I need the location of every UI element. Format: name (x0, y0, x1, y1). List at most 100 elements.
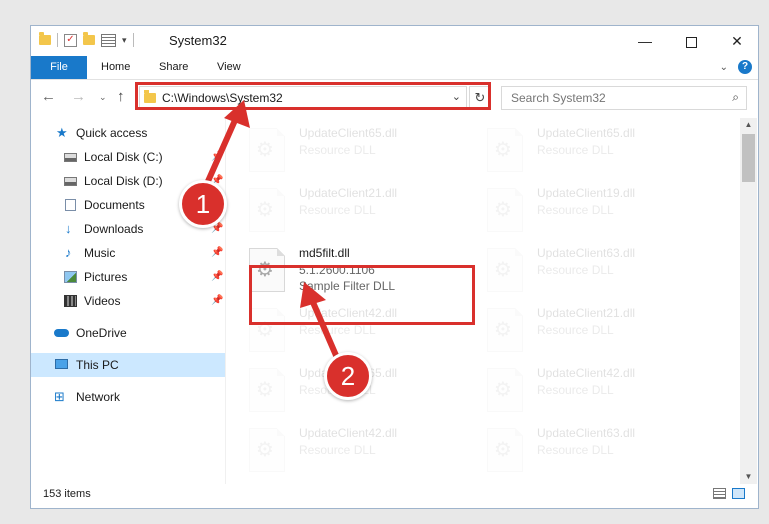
forward-button[interactable]: → (71, 88, 86, 105)
dll-file-icon (487, 188, 523, 232)
address-path: C:\Windows\System32 (162, 91, 283, 105)
customize-toolbar-dropdown[interactable]: ▾ (122, 35, 127, 46)
file-name: UpdateClient42.dll (299, 426, 398, 440)
scroll-down-arrow-icon[interactable]: ▼ (740, 470, 757, 484)
file-tile[interactable]: UpdateClient65.dll Resource DLL (465, 118, 693, 174)
details-view-icon[interactable] (713, 488, 726, 499)
window-title: System32 (169, 33, 227, 48)
tiles-view-icon[interactable] (732, 488, 745, 499)
file-tile[interactable]: UpdateClient63.dll Resource DLL (465, 238, 693, 294)
computer-icon (55, 359, 68, 369)
tab-view[interactable]: View (205, 56, 253, 79)
sidebar-item-local-disk-c[interactable]: Local Disk (C:) 📌 (31, 145, 225, 169)
dll-file-icon (249, 308, 285, 352)
expand-ribbon-chevron-icon[interactable]: ⌄ (720, 62, 728, 73)
file-tile[interactable]: UpdateClient42.dll Resource DLL (227, 418, 455, 474)
quick-access-toolbar: ✓ ▾ (39, 32, 134, 47)
file-name: UpdateClient65.dll (299, 126, 398, 140)
sidebar-item-videos[interactable]: Videos 📌 (31, 289, 225, 313)
file-type: Resource DLL (299, 143, 376, 157)
callout-badge-1: 1 (179, 180, 227, 228)
file-tile[interactable]: UpdateClient65.dll Resource DLL (227, 118, 455, 174)
file-tile[interactable]: UpdateClient42.dll Resource DLL (465, 358, 693, 414)
dll-file-icon (249, 368, 285, 412)
sidebar-item-pictures[interactable]: Pictures 📌 (31, 265, 225, 289)
file-type: Resource DLL (299, 323, 376, 337)
tab-share[interactable]: Share (147, 56, 200, 79)
title-bar: ✓ ▾ System32 — ✕ (31, 26, 758, 56)
dll-file-icon (249, 248, 285, 292)
sidebar-item-onedrive[interactable]: OneDrive (31, 321, 225, 345)
file-type: Resource DLL (299, 203, 376, 217)
navigation-bar: ← → ⌄ ↑ C:\Windows\System32 ⌄ ↻ ⌕ (31, 80, 758, 116)
dll-file-icon (487, 308, 523, 352)
tab-home[interactable]: Home (89, 56, 142, 79)
address-bar[interactable]: C:\Windows\System32 ⌄ (139, 86, 467, 110)
file-type: Sample Filter DLL (299, 279, 396, 293)
file-type: Resource DLL (537, 443, 614, 457)
document-icon (65, 199, 76, 211)
sidebar-item-label: Music (84, 246, 116, 260)
file-name: UpdateClient42.dll (299, 306, 398, 320)
sidebar-item-label: Quick access (76, 126, 148, 140)
view-switcher (713, 488, 745, 499)
search-box[interactable]: ⌕ (501, 86, 747, 110)
sidebar-item-label: Local Disk (D:) (84, 174, 163, 188)
sidebar-item-music[interactable]: ♪ Music 📌 (31, 241, 225, 265)
dll-file-icon (487, 248, 523, 292)
navigation-pane: ★ Quick access Local Disk (C:) 📌 Local D… (31, 121, 225, 485)
maximize-button[interactable] (668, 26, 714, 56)
file-tile-md5filt[interactable]: md5filt.dll 5.1.2600.1106 Sample Filter … (227, 238, 455, 294)
minimize-button[interactable]: — (622, 26, 668, 56)
file-name: md5filt.dll (299, 246, 350, 260)
sidebar-item-quick-access[interactable]: ★ Quick access (31, 121, 225, 145)
pane-divider[interactable] (225, 118, 226, 484)
back-button[interactable]: ← (41, 88, 56, 105)
file-tile[interactable]: UpdateClient21.dll Resource DLL (227, 178, 455, 234)
close-button[interactable]: ✕ (714, 26, 760, 56)
pin-icon: 📌 (211, 295, 224, 306)
toolbar-separator (132, 33, 134, 47)
search-icon: ⌕ (732, 90, 739, 104)
file-tile[interactable]: UpdateClient63.dll Resource DLL (465, 418, 693, 474)
folder-icon[interactable] (39, 32, 51, 45)
status-item-count: 153 items (43, 488, 91, 500)
dll-file-icon (249, 128, 285, 172)
file-type: Resource DLL (537, 323, 614, 337)
scroll-up-arrow-icon[interactable]: ▲ (740, 118, 757, 132)
file-type: Resource DLL (537, 263, 614, 277)
tab-file[interactable]: File (31, 56, 87, 79)
properties-icon[interactable] (101, 33, 116, 47)
recent-locations-chevron-icon[interactable]: ⌄ (99, 92, 107, 103)
file-tile[interactable]: UpdateClient19.dll Resource DLL (465, 178, 693, 234)
sidebar-item-label: OneDrive (76, 326, 127, 340)
pin-icon: 📌 (211, 271, 224, 282)
sidebar-item-label: Downloads (84, 222, 144, 236)
pin-icon: 📌 (211, 247, 224, 258)
folder-icon (144, 90, 156, 103)
file-tile[interactable]: UpdateClient21.dll Resource DLL (465, 298, 693, 354)
file-name: UpdateClient65.dll (537, 126, 636, 140)
vertical-scrollbar[interactable]: ▲ ▼ (740, 118, 757, 484)
up-button[interactable]: ↑ (117, 88, 125, 105)
search-input[interactable] (511, 91, 711, 105)
address-dropdown-icon[interactable]: ⌄ (452, 90, 461, 103)
sidebar-item-network[interactable]: ⊞ Network (31, 385, 225, 409)
sidebar-item-label: Documents (84, 198, 145, 212)
close-icon: ✕ (731, 33, 743, 49)
file-tile[interactable]: UpdateClient42.dll Resource DLL (227, 298, 455, 354)
maximize-icon (685, 36, 697, 48)
download-icon: ↓ (65, 221, 72, 236)
file-name: UpdateClient63.dll (537, 426, 636, 440)
file-name: UpdateClient19.dll (537, 186, 636, 200)
ribbon-right-controls: ⌄ ? (720, 60, 752, 74)
file-name: UpdateClient42.dll (537, 366, 636, 380)
new-folder-icon[interactable] (83, 32, 95, 45)
help-icon[interactable]: ? (738, 60, 752, 74)
scrollbar-thumb[interactable] (742, 134, 755, 182)
sidebar-item-this-pc[interactable]: This PC (31, 353, 225, 377)
properties-check-icon[interactable]: ✓ (64, 33, 77, 47)
file-name: UpdateClient21.dll (537, 306, 636, 320)
explorer-window: ✓ ▾ System32 — ✕ File Home Share View ⌄ … (30, 25, 759, 509)
refresh-button[interactable]: ↻ (469, 86, 491, 110)
